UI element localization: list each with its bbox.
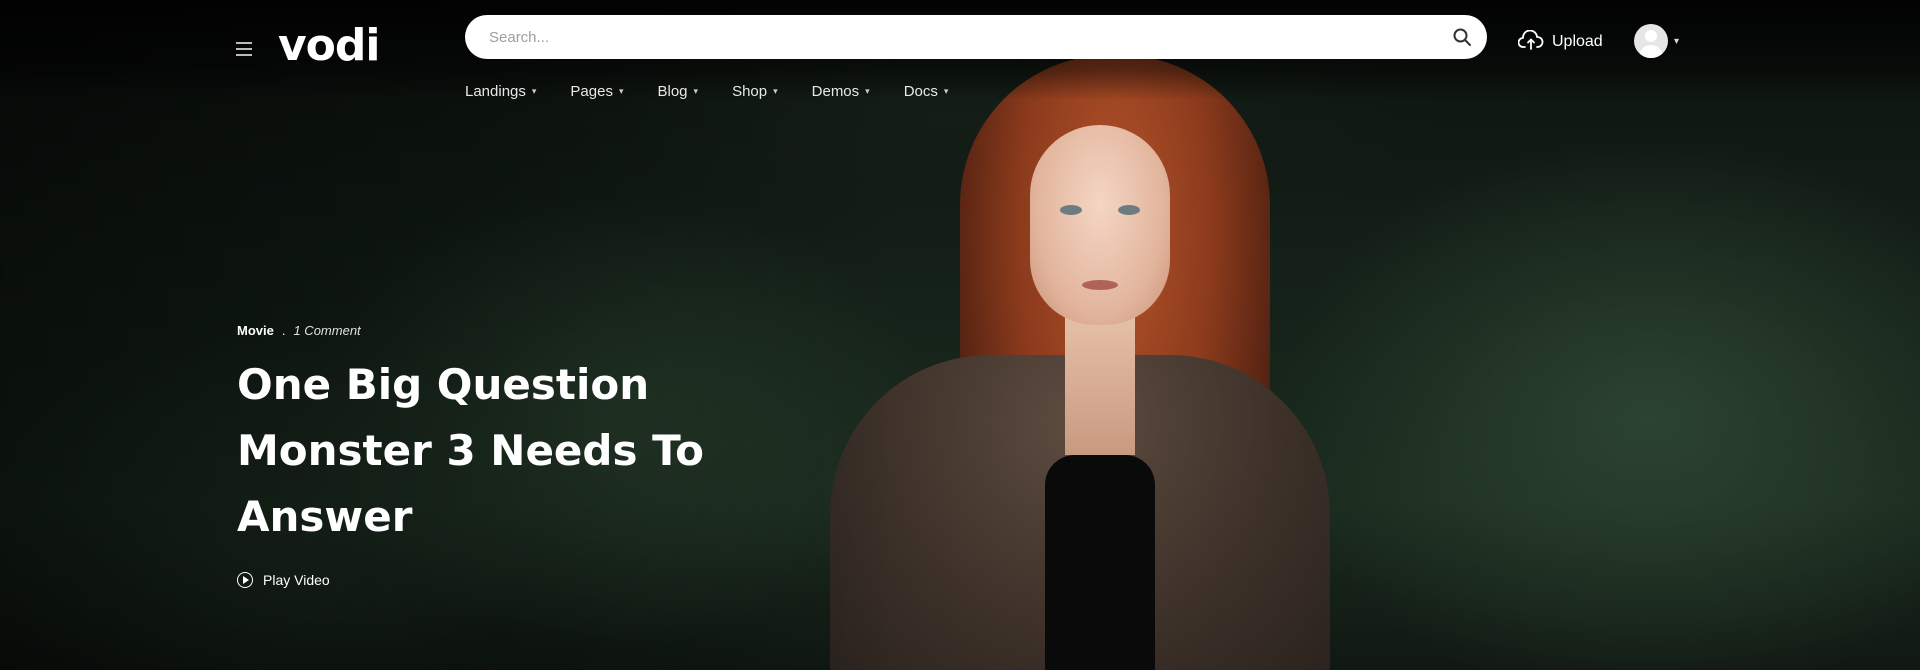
play-icon xyxy=(237,572,253,588)
nav-item-pages[interactable]: Pages ▾ xyxy=(570,83,623,100)
meta-separator: . xyxy=(281,323,286,338)
nav-item-demos[interactable]: Demos ▾ xyxy=(812,83,870,100)
post-meta: Movie . 1 Comment xyxy=(237,323,361,338)
nav-item-blog[interactable]: Blog ▾ xyxy=(658,83,699,100)
user-menu[interactable]: ▾ xyxy=(1634,24,1679,58)
post-title[interactable]: One Big Question Monster 3 Needs To Answ… xyxy=(237,352,757,550)
main-nav: Landings ▾ Pages ▾ Blog ▾ Shop ▾ Demos ▾… xyxy=(465,80,982,102)
hero-figure-face xyxy=(1030,125,1170,325)
chevron-down-icon: ▾ xyxy=(618,85,624,96)
post-title-line: Answer xyxy=(237,492,413,541)
nav-item-landings[interactable]: Landings ▾ xyxy=(465,83,536,100)
hero-figure-neck xyxy=(1065,315,1135,455)
upload-button[interactable]: Upload xyxy=(1517,28,1603,56)
post-title-line: One Big Question xyxy=(237,360,650,409)
post-title-line: Monster 3 Needs To xyxy=(237,426,705,475)
hero-figure-eye-right xyxy=(1118,205,1140,215)
site-header: vodi Upload ▾ Landings ▾ Pages xyxy=(0,0,1920,100)
nav-item-docs[interactable]: Docs ▾ xyxy=(904,83,949,100)
play-video-label: Play Video xyxy=(263,572,330,588)
upload-label: Upload xyxy=(1552,33,1603,50)
hero-figure-lips xyxy=(1082,280,1118,290)
user-avatar-icon[interactable] xyxy=(1634,24,1668,58)
hamburger-icon[interactable] xyxy=(236,42,252,56)
nav-item-shop[interactable]: Shop ▾ xyxy=(732,83,778,100)
search-input[interactable] xyxy=(489,28,1451,46)
hero-figure-eye-left xyxy=(1060,205,1082,215)
chevron-down-icon: ▾ xyxy=(531,85,537,96)
chevron-down-icon: ▾ xyxy=(865,85,870,96)
hero-image-woman xyxy=(830,55,1350,670)
chevron-down-icon: ▾ xyxy=(693,85,699,96)
comments-link[interactable]: 1 Comment xyxy=(293,323,360,338)
chevron-down-icon: ▾ xyxy=(773,85,778,96)
cloud-upload-icon xyxy=(1517,29,1544,55)
chevron-down-icon: ▾ xyxy=(943,85,949,96)
search-bar xyxy=(465,15,1487,59)
search-icon[interactable] xyxy=(1451,26,1473,48)
play-video-button[interactable]: Play Video xyxy=(237,572,330,588)
chevron-down-icon: ▾ xyxy=(1674,35,1680,47)
post-category-link[interactable]: Movie xyxy=(237,323,274,338)
hero-figure-shirt xyxy=(1045,455,1155,670)
site-logo[interactable]: vodi xyxy=(278,18,380,74)
